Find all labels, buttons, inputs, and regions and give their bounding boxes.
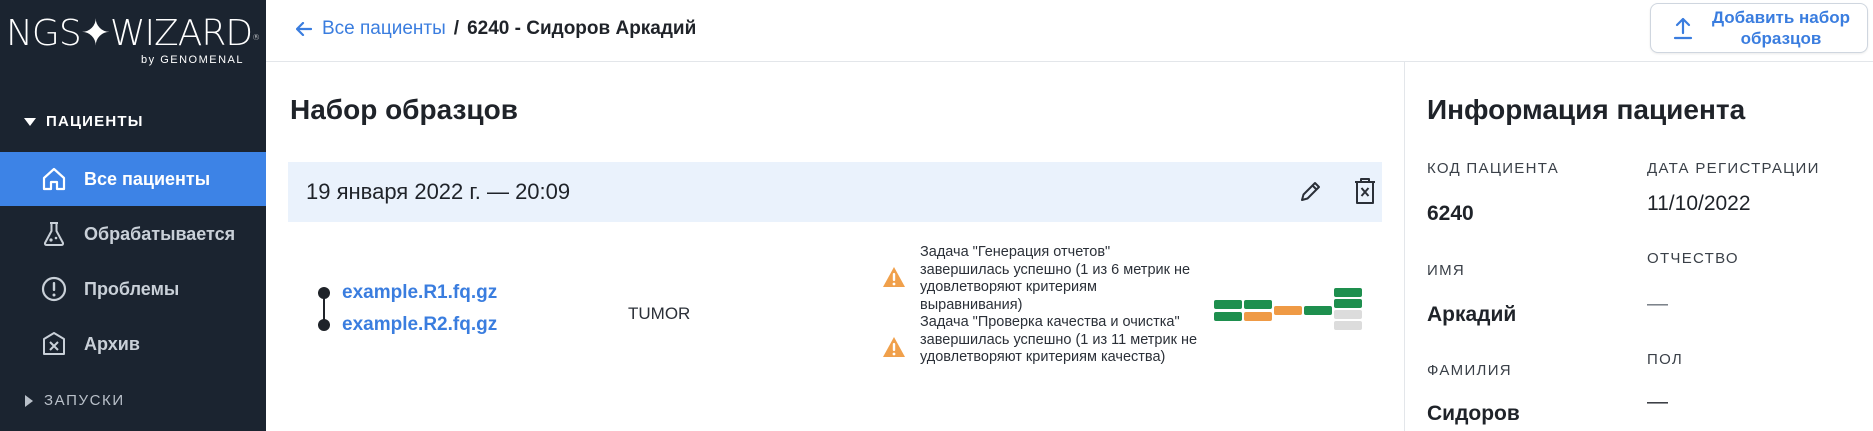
sex-label: ПОЛ	[1647, 351, 1684, 368]
arrow-left-icon	[296, 22, 312, 36]
file-link-r2[interactable]: example.R2.fq.gz	[318, 314, 497, 336]
metrics-indicator[interactable]	[1214, 288, 1368, 348]
file-link-r1[interactable]: example.R1.fq.gz	[318, 282, 497, 304]
section-patients-label: ПАЦИЕНТЫ	[46, 113, 144, 130]
last-name-label: ФАМИЛИЯ	[1427, 362, 1512, 379]
main-content: Набор образцов 19 января 2022 г. — 20:09…	[266, 62, 1404, 431]
section-runs-label: ЗАПУСКИ	[44, 392, 125, 409]
flask-icon	[43, 222, 65, 246]
sidebar: NGS✦WIZARD® by GENOMENAL ПАЦИЕНТЫ Все па…	[0, 0, 266, 431]
top-bar: Все пациенты / 6240 - Сидоров Аркадий До…	[266, 0, 1873, 62]
patient-code-label: КОД ПАЦИЕНТА	[1427, 160, 1560, 177]
metric-bar	[1214, 312, 1242, 321]
add-sample-set-button[interactable]: Добавить набор образцов	[1650, 3, 1868, 53]
logo[interactable]: NGS✦WIZARD® by GENOMENAL	[6, 13, 260, 74]
registration-date-value: 11/10/2022	[1647, 192, 1751, 215]
task-status-item: Задача "Проверка качества и очистка" зав…	[882, 314, 1202, 367]
logo-subtitle: by GENOMENAL	[141, 54, 244, 66]
breadcrumb-current: 6240 - Сидоров Аркадий	[467, 18, 697, 39]
file-bullet	[318, 287, 330, 299]
first-name-label: ИМЯ	[1427, 262, 1466, 279]
logo-wordmark: NGS✦WIZARD®	[6, 13, 260, 54]
sidebar-item-label: Архив	[84, 333, 140, 354]
sample-set-date: 19 января 2022 г. — 20:09	[306, 179, 571, 204]
sidebar-item-label: Обрабатывается	[84, 223, 236, 244]
first-name-value: Аркадий	[1427, 303, 1517, 326]
breadcrumb: Все пациенты / 6240 - Сидоров Аркадий	[296, 18, 696, 40]
file-name: example.R1.fq.gz	[342, 282, 498, 303]
caret-down-icon	[24, 117, 36, 126]
task-status-item: Задача "Генерация отчетов" завершилась у…	[882, 244, 1202, 314]
metric-bar	[1334, 288, 1362, 297]
metric-bar	[1334, 310, 1362, 319]
task-message: Задача "Генерация отчетов" завершилась у…	[920, 244, 1191, 313]
patient-code-value: 6240	[1427, 202, 1474, 225]
metric-bar	[1244, 300, 1272, 309]
sidebar-item-label: Проблемы	[84, 278, 180, 299]
task-message: Задача "Проверка качества и очистка" зав…	[920, 314, 1198, 365]
sidebar-item-all-patients[interactable]: Все пациенты	[0, 152, 266, 206]
section-runs-toggle[interactable]: ЗАПУСКИ	[24, 392, 125, 409]
add-button-label: Добавить набор образцов	[1711, 8, 1851, 48]
sample-set-header: 19 января 2022 г. — 20:09	[288, 162, 1382, 222]
sidebar-item-archive[interactable]: Архив	[0, 317, 266, 371]
file-bullet	[318, 319, 330, 331]
warning-icon	[883, 267, 905, 287]
middle-name-value: —	[1647, 292, 1668, 315]
metric-bar	[1334, 299, 1362, 308]
metric-bar	[1274, 306, 1302, 315]
sidebar-item-processing[interactable]: Обрабатывается	[0, 207, 266, 261]
home-icon	[42, 167, 66, 191]
patient-info-title: Информация пациента	[1427, 94, 1746, 125]
warning-icon	[883, 337, 905, 357]
breadcrumb-link-label: Все пациенты	[322, 18, 446, 39]
trash-icon[interactable]	[1350, 175, 1380, 207]
sidebar-item-label: Все пациенты	[84, 168, 211, 189]
metric-bar	[1334, 321, 1362, 330]
metric-bar	[1244, 312, 1272, 321]
breadcrumb-back-link[interactable]: Все пациенты	[296, 18, 446, 40]
last-name-value: Сидоров	[1427, 402, 1520, 425]
caret-right-icon	[25, 394, 33, 407]
sex-value: —	[1647, 390, 1668, 413]
patient-info-panel: Информация пациента КОД ПАЦИЕНТА 6240 ДА…	[1404, 62, 1873, 431]
archive-icon	[43, 332, 65, 355]
page-title: Набор образцов	[290, 94, 518, 125]
upload-icon	[1673, 17, 1693, 40]
section-patients-toggle[interactable]: ПАЦИЕНТЫ	[24, 113, 144, 130]
file-name: example.R2.fq.gz	[342, 314, 498, 335]
metric-bar	[1214, 300, 1242, 309]
metric-bar	[1304, 306, 1332, 315]
middle-name-label: ОТЧЕСТВО	[1647, 250, 1739, 267]
sidebar-item-problems[interactable]: Проблемы	[0, 262, 266, 316]
registration-date-label: ДАТА РЕГИСТРАЦИИ	[1647, 160, 1820, 177]
breadcrumb-separator: /	[453, 18, 460, 39]
edit-icon[interactable]	[1296, 176, 1326, 206]
sample-type: TUMOR	[628, 304, 691, 323]
alert-circle-icon	[41, 276, 67, 302]
